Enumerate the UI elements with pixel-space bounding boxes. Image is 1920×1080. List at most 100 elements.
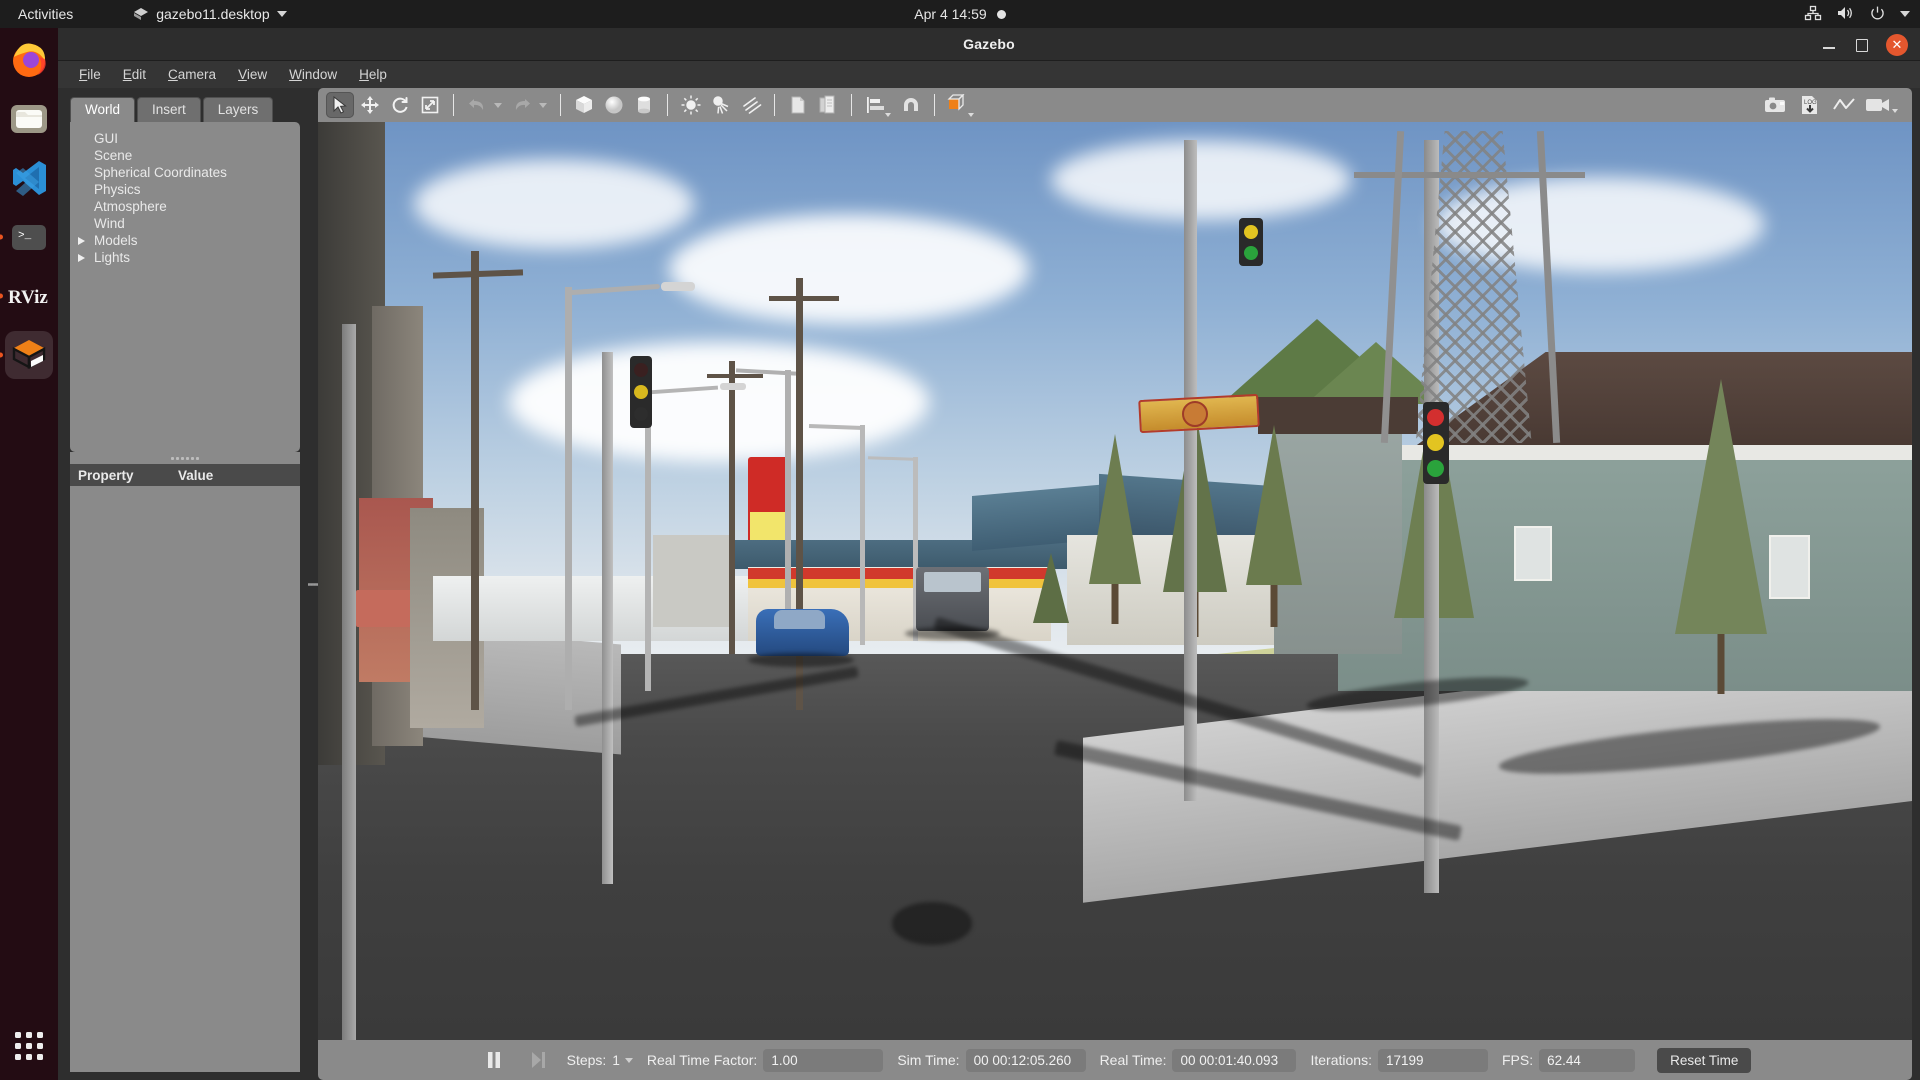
traffic-light-yellow-lamp bbox=[1244, 224, 1259, 239]
video-record-button[interactable] bbox=[1864, 92, 1892, 118]
gnome-top-bar: Activities gazebo11.desktop Apr 4 14:59 bbox=[0, 0, 1920, 28]
tree-item-wind[interactable]: Wind bbox=[76, 215, 294, 232]
tree-item-spherical-coordinates[interactable]: Spherical Coordinates bbox=[76, 164, 294, 181]
log-record-button[interactable]: LOG bbox=[1796, 92, 1824, 118]
clock-label: Apr 4 14:59 bbox=[914, 6, 987, 22]
clock-area[interactable]: Apr 4 14:59 bbox=[830, 6, 1090, 22]
redo-dropdown-arrow-icon[interactable] bbox=[539, 102, 547, 108]
menu-camera[interactable]: Camera bbox=[159, 63, 225, 86]
toolbar-separator bbox=[667, 94, 668, 116]
traffic-light-red-lamp bbox=[634, 363, 649, 378]
menu-window[interactable]: Window bbox=[280, 63, 346, 86]
menu-edit[interactable]: Edit bbox=[114, 63, 155, 86]
insert-directional-light-button[interactable] bbox=[737, 92, 765, 118]
real-time-label: Real Time: bbox=[1099, 1052, 1167, 1068]
menu-file[interactable]: File bbox=[70, 63, 110, 86]
insert-point-light-button[interactable] bbox=[677, 92, 705, 118]
utility-pole-crossarm bbox=[706, 374, 763, 379]
dock-item-gazebo[interactable] bbox=[0, 331, 53, 379]
vertical-splitter[interactable] bbox=[308, 88, 318, 1080]
paste-icon bbox=[819, 95, 835, 114]
scale-icon bbox=[421, 96, 439, 114]
select-mode-button[interactable] bbox=[326, 92, 354, 118]
house-right-window bbox=[1768, 535, 1810, 600]
tree-item-lights[interactable]: Lights bbox=[76, 249, 294, 266]
render-area: LOG Steps: 1 Real Time Factor: 1.00 Sim … bbox=[318, 88, 1920, 1080]
insert-box-button[interactable] bbox=[570, 92, 598, 118]
paste-button[interactable] bbox=[814, 92, 842, 118]
pause-button[interactable] bbox=[479, 1046, 509, 1074]
system-status-area[interactable] bbox=[1804, 5, 1910, 24]
spot-light-icon bbox=[713, 96, 729, 114]
insert-cylinder-button[interactable] bbox=[630, 92, 658, 118]
step-button[interactable] bbox=[523, 1046, 553, 1074]
align-icon bbox=[867, 97, 884, 113]
running-indicator bbox=[0, 352, 3, 358]
show-applications-button[interactable] bbox=[5, 1022, 53, 1070]
pole-shadow bbox=[891, 902, 972, 945]
panel-splitter-handle[interactable] bbox=[70, 452, 300, 464]
steps-dropdown-arrow-icon[interactable] bbox=[624, 1057, 633, 1063]
awning-left bbox=[356, 590, 411, 627]
volume-icon bbox=[1836, 5, 1855, 24]
close-button[interactable]: ✕ bbox=[1886, 33, 1908, 56]
app-menu-button[interactable]: gazebo11.desktop bbox=[123, 3, 296, 25]
reset-time-button[interactable]: Reset Time bbox=[1657, 1047, 1752, 1073]
property-table-body[interactable] bbox=[70, 486, 300, 1072]
tab-insert[interactable]: Insert bbox=[137, 97, 201, 122]
tab-layers[interactable]: Layers bbox=[202, 97, 274, 122]
view-angle-dropdown-arrow-icon[interactable] bbox=[968, 113, 974, 117]
translate-mode-button[interactable] bbox=[356, 92, 384, 118]
undo-arrow-icon bbox=[469, 99, 484, 110]
minimize-button[interactable] bbox=[1822, 38, 1836, 52]
running-indicator bbox=[0, 293, 3, 299]
tree-item-physics[interactable]: Physics bbox=[76, 181, 294, 198]
expand-arrow-icon[interactable] bbox=[78, 236, 85, 245]
snap-button[interactable] bbox=[897, 92, 925, 118]
sphere-icon bbox=[605, 96, 623, 114]
steps-value[interactable]: 1 bbox=[612, 1053, 620, 1068]
gas-station-stripe-red bbox=[748, 568, 1052, 580]
screenshot-button[interactable] bbox=[1762, 92, 1790, 118]
real-time-factor-label: Real Time Factor: bbox=[646, 1052, 758, 1068]
world-tree[interactable]: GUI Scene Spherical Coordinates Physics … bbox=[70, 122, 300, 452]
street-lamp-pole bbox=[859, 424, 865, 646]
dock-item-vscode[interactable] bbox=[5, 154, 53, 202]
maximize-button[interactable] bbox=[1854, 38, 1868, 52]
dock-item-firefox[interactable] bbox=[5, 36, 53, 84]
tree-item-scene[interactable]: Scene bbox=[76, 147, 294, 164]
tree-item-label: Lights bbox=[94, 250, 131, 265]
cloud bbox=[668, 213, 1029, 324]
tree-item-atmosphere[interactable]: Atmosphere bbox=[76, 198, 294, 215]
redo-button[interactable] bbox=[508, 92, 536, 118]
tree-item-label: Physics bbox=[94, 182, 141, 197]
tree-item-models[interactable]: Models bbox=[76, 232, 294, 249]
toolbar-right-tools: LOG bbox=[1762, 92, 1902, 118]
rotate-mode-button[interactable] bbox=[386, 92, 414, 118]
dock-item-files[interactable] bbox=[5, 95, 53, 143]
align-dropdown-arrow-icon[interactable] bbox=[885, 113, 891, 117]
power-icon bbox=[1869, 5, 1886, 24]
ubuntu-dock: >_ RViz bbox=[0, 28, 58, 1080]
toolbar-separator bbox=[560, 94, 561, 116]
dock-item-rviz[interactable]: RViz bbox=[0, 272, 53, 320]
undo-dropdown-arrow-icon[interactable] bbox=[494, 102, 502, 108]
3d-viewport[interactable] bbox=[318, 122, 1912, 1040]
undo-button[interactable] bbox=[463, 92, 491, 118]
tree-item-gui[interactable]: GUI bbox=[76, 130, 294, 147]
copy-button[interactable] bbox=[784, 92, 812, 118]
activities-button[interactable]: Activities bbox=[8, 3, 83, 25]
dock-item-terminal[interactable]: >_ bbox=[0, 213, 53, 261]
scene-toolbar: LOG bbox=[318, 88, 1912, 122]
plot-button[interactable] bbox=[1830, 92, 1858, 118]
menu-view[interactable]: View bbox=[229, 63, 276, 86]
insert-sphere-button[interactable] bbox=[600, 92, 628, 118]
menu-help[interactable]: Help bbox=[350, 63, 396, 86]
insert-spot-light-button[interactable] bbox=[707, 92, 735, 118]
utility-pole bbox=[729, 360, 736, 655]
dot-indicator-icon bbox=[996, 9, 1006, 19]
video-dropdown-arrow-icon[interactable] bbox=[1892, 109, 1898, 113]
scale-mode-button[interactable] bbox=[416, 92, 444, 118]
expand-arrow-icon[interactable] bbox=[78, 253, 85, 262]
tab-world[interactable]: World bbox=[70, 97, 136, 122]
